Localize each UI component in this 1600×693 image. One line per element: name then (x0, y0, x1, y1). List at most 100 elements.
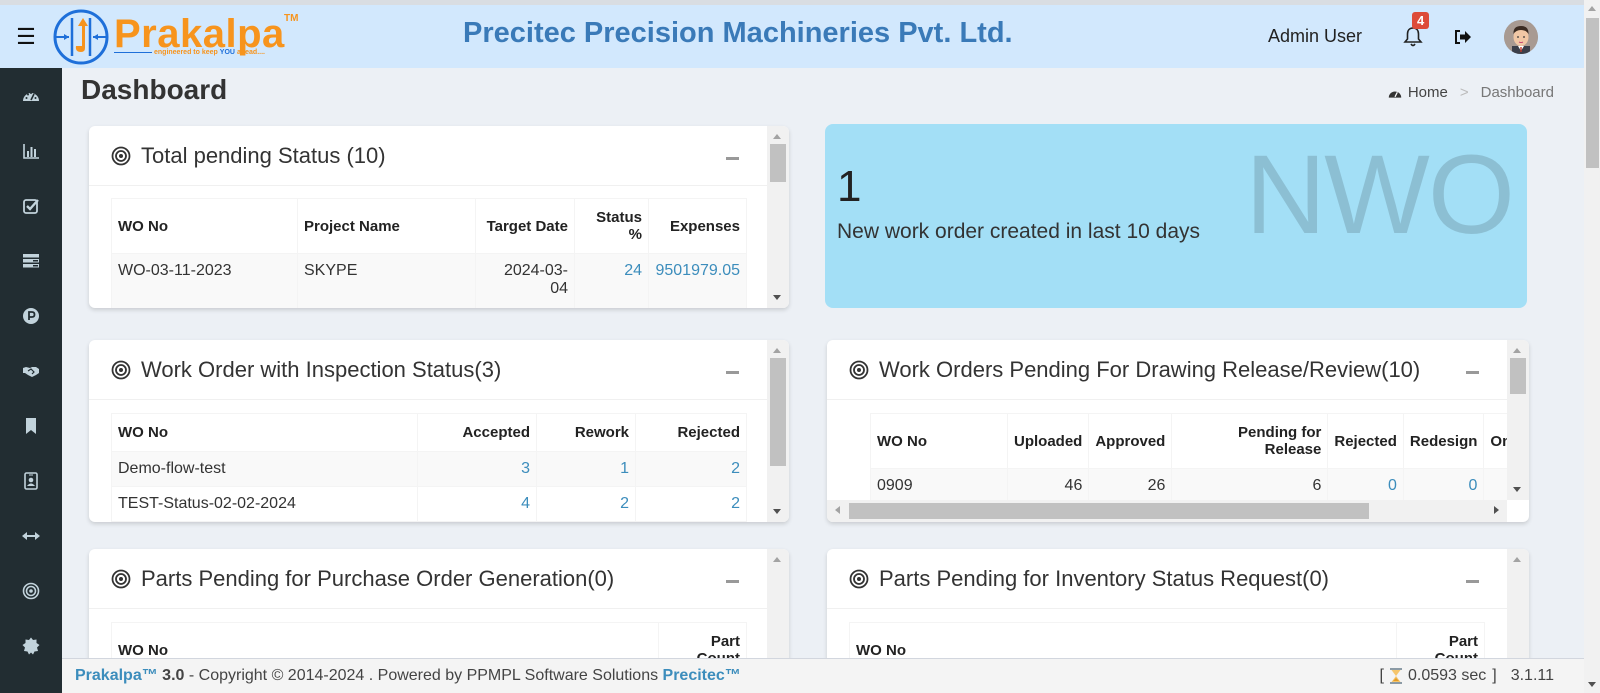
box-header: Parts Pending for Purchase Order Generat… (89, 549, 767, 609)
bullseye-icon (849, 569, 869, 588)
collapse-button[interactable] (726, 580, 739, 583)
nwo-watermark: NWO (1245, 132, 1515, 257)
tachometer-icon (23, 91, 39, 101)
sidebar-item-transfers[interactable] (0, 508, 62, 563)
breadcrumb-home-link[interactable]: Home (1408, 84, 1448, 101)
column-header[interactable]: Uploaded (1006, 413, 1090, 469)
column-header[interactable]: Target Date (475, 198, 575, 254)
notifications-button[interactable]: 4 (1398, 11, 1430, 52)
horizontal-scrollbar[interactable] (827, 500, 1507, 522)
column-header[interactable]: On-Ho (1483, 413, 1507, 469)
rework-link[interactable]: 1 (536, 451, 636, 487)
column-header[interactable]: Redesign (1402, 413, 1485, 469)
vertical-scrollbar[interactable] (767, 126, 789, 308)
header-user-area: Admin User 4 (1268, 5, 1584, 68)
rejected-link[interactable]: 0 (1327, 468, 1404, 500)
new-work-order-info-box[interactable]: NWO 1 New work order created in last 10 … (825, 124, 1527, 308)
accepted-link[interactable]: 4 (417, 486, 537, 522)
box-title: Work Order with Inspection Status(3) (141, 356, 502, 382)
drawing-release-table-viewport: WO No Uploaded Approved Pending for Rele… (870, 413, 1507, 500)
wo-no-cell: Demo-flow-test (111, 451, 418, 487)
box-header: Work Order with Inspection Status(3) (89, 340, 767, 400)
sidebar-item-bookmarks[interactable] (0, 398, 62, 453)
accepted-link[interactable]: 3 (417, 451, 537, 487)
column-header[interactable]: Rejected (635, 413, 747, 452)
column-header[interactable]: Rejected (1327, 413, 1404, 469)
column-header[interactable]: Expenses (648, 198, 747, 254)
hamburger-icon: ☰ (16, 23, 36, 49)
hourglass-icon (1389, 668, 1402, 684)
sidebar-item-targets[interactable] (0, 563, 62, 618)
footer-timing: [ 0.0593 sec ] 3.1.11 (1380, 667, 1554, 685)
bullseye-icon (849, 360, 869, 379)
collapse-button[interactable] (726, 371, 739, 374)
timer-bracket: ] (1492, 667, 1497, 684)
drawing-release-table: WO No Uploaded Approved Pending for Rele… (870, 413, 1507, 500)
sidebar-item-tasks[interactable] (0, 178, 62, 233)
company-name: Precitec Precision Machineries Pvt. Ltd. (463, 17, 1013, 49)
column-header[interactable]: WO No (870, 413, 1008, 469)
collapse-button[interactable] (1466, 580, 1479, 583)
logout-button[interactable] (1450, 22, 1476, 52)
page-load-time: 0.0593 sec (1407, 667, 1487, 684)
new-work-order-text: New work order created in last 10 days (837, 220, 1200, 243)
box-header: Total pending Status (10) (89, 126, 767, 186)
inspection-status-table: WO No Accepted Rework Rejected Demo-flow… (111, 413, 747, 522)
column-header[interactable]: Project Name (297, 198, 476, 254)
uploaded-cell: 46 (1006, 468, 1090, 500)
footer-brand[interactable]: Prakalpa™ (75, 667, 158, 685)
collapse-button[interactable] (1466, 371, 1479, 374)
sidebar-item-list[interactable] (0, 233, 62, 288)
box-header: Work Orders Pending For Drawing Release/… (827, 340, 1507, 400)
column-header[interactable]: Status % (574, 198, 649, 254)
box-title: Parts Pending for Purchase Order Generat… (141, 565, 615, 591)
page-scrollbar[interactable] (1584, 0, 1600, 693)
bell-icon (1403, 26, 1423, 46)
column-header[interactable]: WO No (111, 198, 298, 254)
onhold-cell (1483, 468, 1507, 500)
sidebar-item-partners[interactable] (0, 343, 62, 398)
column-header[interactable]: Accepted (417, 413, 537, 452)
expenses-link[interactable]: 9501979.05 (648, 253, 747, 308)
wo-no-cell: 0909 (870, 468, 1008, 500)
sidebar-item-products[interactable] (0, 288, 62, 343)
logo-emblem-icon (53, 9, 109, 64)
box-title: Total pending Status (10) (141, 142, 386, 168)
check-square-icon (23, 198, 39, 214)
breadcrumb: Home > Dashboard (1388, 84, 1554, 101)
rejected-link[interactable]: 2 (635, 451, 747, 487)
vertical-scrollbar[interactable] (1507, 340, 1529, 500)
hamburger-menu-button[interactable]: ☰ (0, 5, 52, 68)
bullseye-icon (111, 569, 131, 588)
breadcrumb-current: Dashboard (1480, 84, 1554, 101)
column-header[interactable]: Rework (536, 413, 636, 452)
target-date-part: 2024-03- (503, 262, 568, 279)
inspection-status-box: Work Order with Inspection Status(3) WO … (89, 340, 789, 522)
rework-link[interactable]: 2 (536, 486, 636, 522)
column-header[interactable]: Approved (1088, 413, 1173, 469)
bullseye-icon (111, 146, 131, 165)
redesign-link[interactable]: 0 (1402, 468, 1485, 500)
target-date-part: 04 (550, 280, 568, 297)
column-header[interactable]: WO No (111, 413, 418, 452)
box-title: Parts Pending for Inventory Status Reque… (879, 565, 1330, 591)
status-percent-link[interactable]: 24 (574, 253, 649, 308)
box-title: Work Orders Pending For Drawing Release/… (879, 356, 1421, 382)
rejected-link[interactable]: 2 (635, 486, 747, 522)
sidebar-item-dashboard[interactable] (0, 68, 62, 123)
sidebar-item-employees[interactable] (0, 453, 62, 508)
sidebar-item-settings[interactable] (0, 618, 62, 673)
prakalpa-logo[interactable]: Prakalpa TM engineered to keep YOU ahead… (52, 5, 312, 68)
user-name-link[interactable]: Admin User (1268, 26, 1362, 47)
user-avatar[interactable] (1504, 19, 1538, 54)
vertical-scrollbar[interactable] (767, 340, 789, 522)
footer-company-link[interactable]: Precitec™ (663, 667, 741, 685)
main-content: Dashboard Home > Dashboard Total pending… (62, 68, 1584, 689)
sign-out-icon (1455, 29, 1471, 44)
collapse-button[interactable] (726, 157, 739, 160)
table-header-row: WO No Project Name Target Date Status % … (111, 198, 747, 254)
pending-status-table: WO No Project Name Target Date Status % … (111, 198, 747, 308)
column-header[interactable]: Pending for Release (1171, 413, 1329, 469)
table-row: 0909 46 26 6 0 0 (870, 468, 1507, 500)
sidebar-item-reports[interactable] (0, 123, 62, 178)
